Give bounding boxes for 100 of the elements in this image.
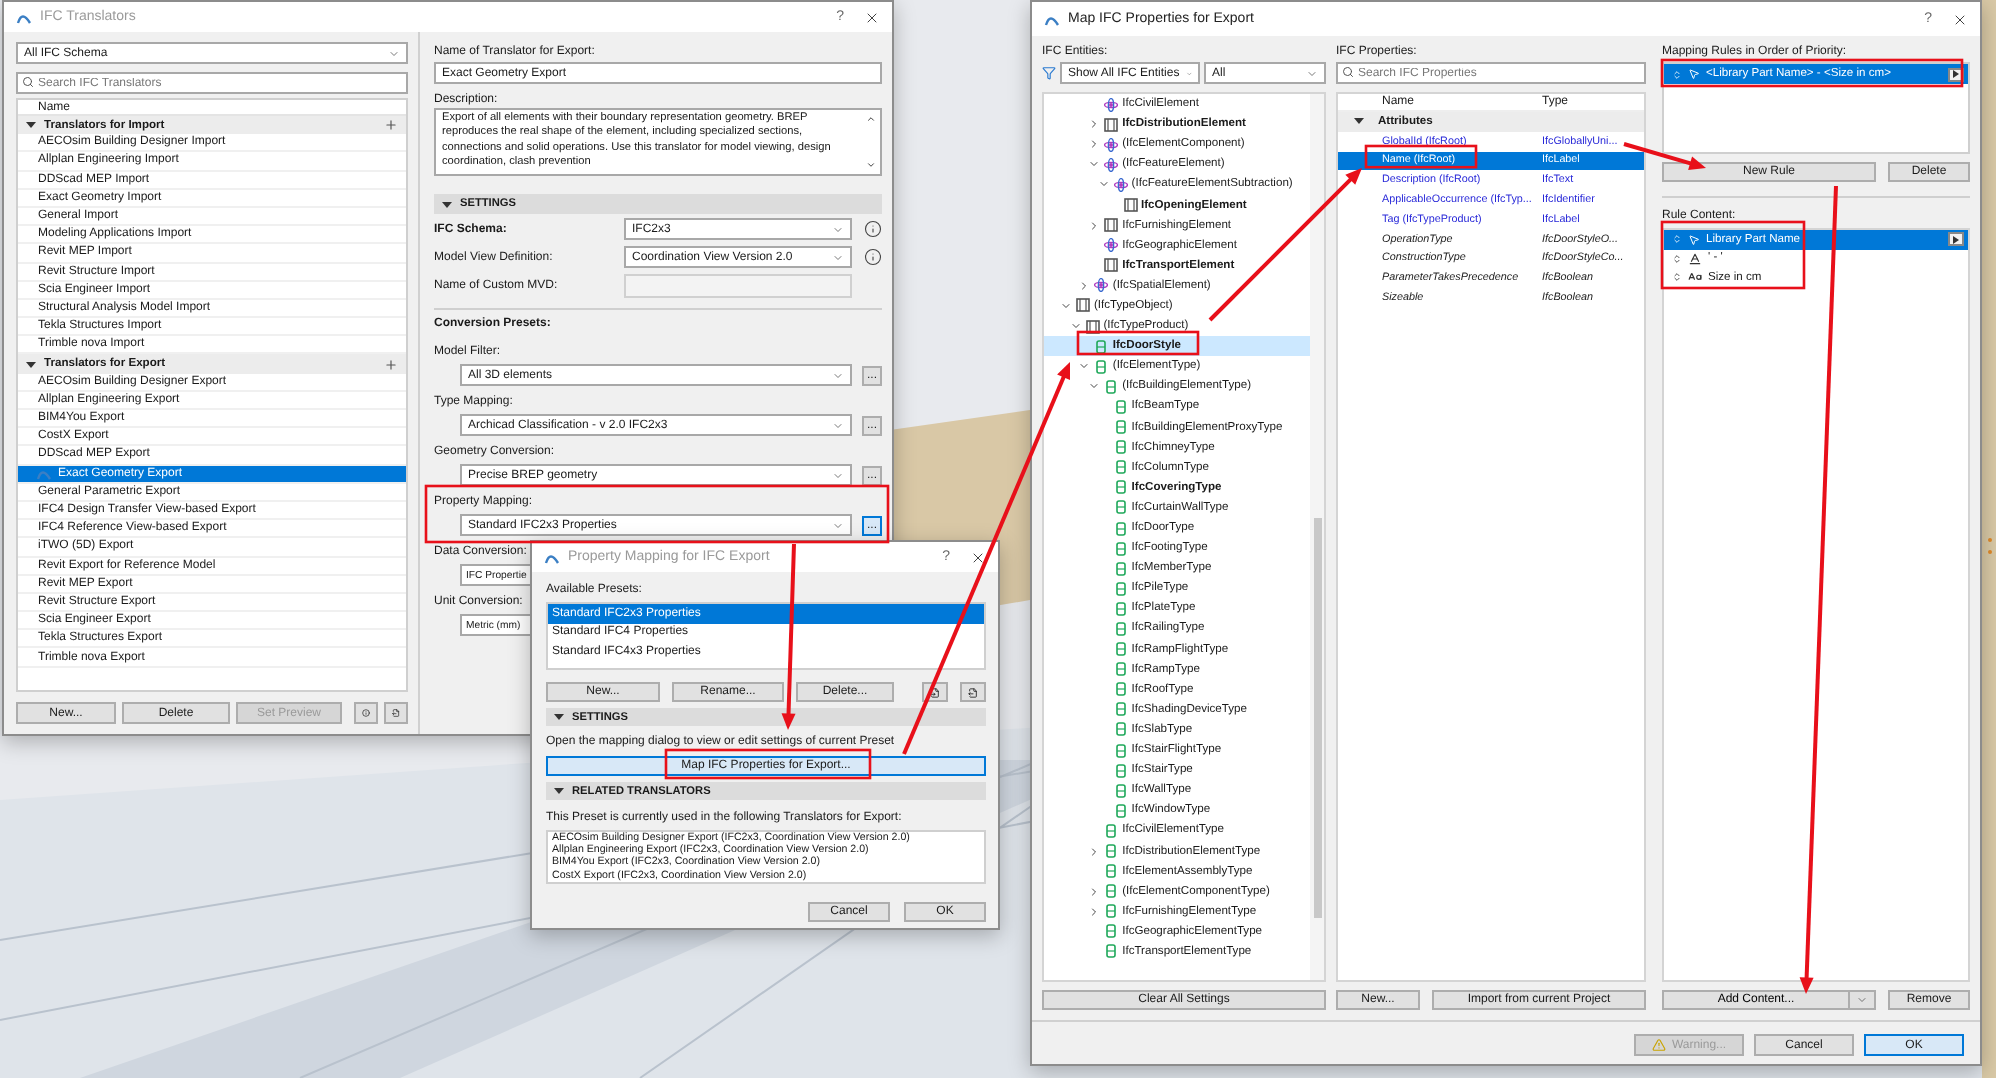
- chevron-icon[interactable]: [1069, 320, 1082, 333]
- shape-icon: [1113, 399, 1128, 414]
- shape-icon: [1104, 884, 1119, 899]
- shape-icon: [1113, 803, 1128, 818]
- caret-icon: [832, 369, 844, 381]
- drag-handle-icon[interactable]: [1672, 234, 1682, 245]
- triangle-icon[interactable]: [26, 120, 36, 131]
- scrollbar[interactable]: [1310, 94, 1324, 980]
- annotation-arrow: [1623, 142, 1706, 171]
- warning-icon: [1651, 1038, 1666, 1052]
- arc-icon: [16, 10, 32, 24]
- shape-icon: [1104, 924, 1119, 939]
- chevron-icon[interactable]: [1088, 845, 1101, 858]
- caret-icon: [388, 47, 400, 59]
- chevron-icon[interactable]: [1088, 380, 1101, 393]
- info-button[interactable]: [354, 702, 378, 724]
- caret-icon: [832, 223, 844, 235]
- shape-icon: [1113, 561, 1128, 576]
- arc-icon: [1044, 12, 1060, 26]
- shape-icon: [1104, 904, 1119, 919]
- frame-icon: [1104, 258, 1119, 273]
- scroll-up-icon[interactable]: [866, 114, 876, 124]
- chevron-icon[interactable]: [1088, 138, 1101, 151]
- shape-icon: [1104, 864, 1119, 879]
- triangle-icon[interactable]: [1353, 116, 1363, 127]
- triangle-icon[interactable]: [554, 712, 564, 722]
- info-icon: [362, 706, 370, 720]
- shape-icon: [1113, 460, 1128, 475]
- file-icon: [392, 706, 400, 720]
- caret-icon: [1856, 994, 1868, 1006]
- shape-icon: [1113, 500, 1128, 515]
- triangle-icon: [1952, 70, 1960, 78]
- atom-icon: [1104, 238, 1119, 253]
- shape-icon: [1113, 763, 1128, 778]
- search-icon: [22, 76, 34, 88]
- shape-icon: [1113, 662, 1128, 677]
- atom-icon: [1113, 177, 1128, 192]
- close-icon[interactable]: [1952, 11, 1968, 27]
- shape-icon: [1113, 783, 1128, 798]
- info-icon[interactable]: [863, 248, 881, 266]
- pointer-icon: [1688, 68, 1700, 80]
- info-icon[interactable]: [863, 220, 881, 238]
- chevron-icon[interactable]: [1060, 299, 1072, 312]
- shape-icon: [1113, 440, 1128, 455]
- arc-icon: [36, 466, 52, 481]
- shape-icon: [1113, 480, 1128, 495]
- caret-icon: [832, 419, 844, 431]
- caret-icon: [832, 251, 844, 263]
- shape-icon: [1113, 642, 1128, 657]
- file-icon: [968, 685, 978, 699]
- chevron-icon[interactable]: [1088, 118, 1101, 131]
- caret-icon: [832, 469, 844, 481]
- shape-icon: [1094, 359, 1109, 374]
- chevron-icon[interactable]: [1088, 905, 1101, 918]
- shape-icon: [1113, 601, 1128, 616]
- shape-icon: [1113, 722, 1128, 737]
- expand-button[interactable]: [1948, 232, 1964, 247]
- search-icon: [1342, 66, 1354, 78]
- frame-icon: [1104, 218, 1119, 233]
- chevron-icon[interactable]: [1097, 178, 1110, 191]
- frame-icon: [1085, 319, 1100, 334]
- chevron-icon[interactable]: [1088, 219, 1101, 232]
- arc-icon: [544, 550, 560, 564]
- text-case-icon: [1688, 270, 1702, 285]
- chevron-icon[interactable]: [1088, 885, 1101, 898]
- chevron-icon[interactable]: [1078, 279, 1091, 292]
- highlight-frame: [1076, 330, 1200, 356]
- filter-icon[interactable]: [1042, 66, 1056, 80]
- letter-icon: [1688, 251, 1702, 266]
- shape-icon: [1104, 823, 1119, 838]
- add-icon[interactable]: [384, 357, 398, 372]
- triangle-icon[interactable]: [26, 359, 36, 370]
- shape-icon: [1113, 521, 1128, 536]
- chevron-icon[interactable]: [1088, 158, 1101, 171]
- shape-icon: [1104, 379, 1119, 394]
- close-icon[interactable]: [864, 9, 880, 25]
- triangle-icon[interactable]: [554, 786, 564, 796]
- add-icon[interactable]: [384, 118, 398, 133]
- shape-icon: [1113, 541, 1128, 556]
- shape-icon: [1104, 844, 1119, 859]
- drag-handle-icon[interactable]: [1672, 272, 1682, 283]
- scroll-down-icon[interactable]: [866, 159, 876, 170]
- chevron-icon[interactable]: [1078, 360, 1091, 373]
- drag-handle-icon[interactable]: [1672, 253, 1682, 264]
- export-button[interactable]: [960, 682, 986, 702]
- shape-icon: [1113, 581, 1128, 596]
- atom-icon: [1094, 278, 1109, 293]
- shape-icon: [1113, 621, 1128, 636]
- frame-icon: [1123, 198, 1137, 213]
- caret-icon: [1306, 67, 1318, 79]
- shape-icon: [1113, 743, 1128, 758]
- close-icon[interactable]: [970, 549, 986, 565]
- export-button[interactable]: [384, 702, 408, 724]
- shape-icon: [1113, 682, 1128, 697]
- drag-handle-icon[interactable]: [1672, 69, 1682, 79]
- shape-icon: [1104, 944, 1119, 959]
- triangle-icon[interactable]: [442, 199, 452, 209]
- shape-icon: [1113, 702, 1128, 717]
- frame-icon: [1076, 298, 1090, 313]
- triangle-icon: [1952, 235, 1960, 244]
